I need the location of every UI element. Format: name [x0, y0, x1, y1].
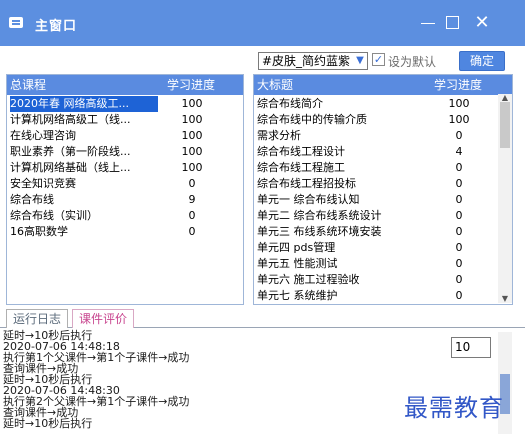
- course-row-progress: 100: [181, 129, 203, 142]
- chapter-row[interactable]: 综合布线工程施工 0: [254, 160, 512, 176]
- course-row[interactable]: 计算机网络基础（线上... 100: [7, 160, 243, 176]
- chapter-progress-column-header[interactable]: 学习进度: [434, 75, 482, 95]
- log-line: 延时→10秒后执行: [3, 417, 93, 430]
- chapter-row-name: 单元七 系统维护: [257, 289, 338, 302]
- chapter-row-progress: 0: [455, 193, 463, 206]
- maximize-icon: [446, 16, 459, 29]
- chapter-row-name: 单元五 性能测试: [257, 257, 338, 270]
- chapter-row-name: 综合布线工程设计: [257, 145, 345, 158]
- course-name-column-header[interactable]: 总课程: [10, 75, 46, 95]
- chapter-row-name: 需求分析: [257, 129, 301, 142]
- chapter-row-progress: 4: [455, 145, 463, 158]
- chapter-row-progress: 0: [455, 225, 463, 238]
- scroll-up-icon[interactable]: ▲: [498, 94, 512, 102]
- chapter-row[interactable]: 需求分析 0: [254, 128, 512, 144]
- course-row-progress: 0: [188, 177, 196, 190]
- chapter-row-progress: 0: [455, 273, 463, 286]
- chapter-name-column-header[interactable]: 大标题: [257, 75, 293, 95]
- course-list: 总课程 学习进度 2020年春 网络高级工... 100 计算机网络高级工（线...…: [6, 74, 244, 305]
- chapter-row-name: 单元二 综合布线系统设计: [257, 209, 382, 222]
- course-row-name: 综合布线（实训）: [10, 209, 98, 222]
- app-window-icon: [9, 17, 23, 28]
- chapter-row-progress: 0: [455, 177, 463, 190]
- chapter-list: 大标题 学习进度 综合布线简介 100 综合布线中的传输介质 100 需求分析 0 综合布线…: [253, 74, 513, 305]
- chapter-row[interactable]: 综合布线中的传输介质 100: [254, 112, 512, 128]
- chapter-row[interactable]: 综合布线工程招投标 0: [254, 176, 512, 192]
- course-row-name: 计算机网络高级工（线...: [10, 113, 131, 126]
- chapter-row-progress: 0: [455, 257, 463, 270]
- course-row[interactable]: 职业素养（第一阶段线... 100: [7, 144, 243, 160]
- course-row[interactable]: 计算机网络高级工（线... 100: [7, 112, 243, 128]
- chapter-row-progress: 100: [448, 97, 470, 110]
- tab-courseware-evaluation[interactable]: 课件评价: [72, 309, 135, 328]
- course-row-name: 2020年春 网络高级工...: [10, 96, 158, 112]
- chapter-row[interactable]: 综合布线简介 100: [254, 96, 512, 112]
- course-row-name: 职业素养（第一阶段线...: [10, 145, 131, 158]
- course-row-progress: 100: [181, 161, 203, 174]
- chevron-down-icon[interactable]: ▼: [353, 52, 368, 70]
- course-row-name: 综合布线: [10, 193, 54, 206]
- chapter-row[interactable]: 单元二 综合布线系统设计 0: [254, 208, 512, 224]
- chapter-row-name: 单元一 综合布线认知: [257, 193, 360, 206]
- set-default-label: 设为默认: [388, 55, 437, 69]
- close-button[interactable]: ✕: [467, 9, 497, 37]
- course-row[interactable]: 安全知识竞赛 0: [7, 176, 243, 192]
- chapter-row-name: 单元六 施工过程验收: [257, 273, 360, 286]
- skin-select-value: #皮肤_简约蓝紫: [262, 54, 351, 68]
- set-default-checkbox[interactable]: ✓: [372, 53, 385, 66]
- bottom-tabs: 运行日志 课件评价: [0, 308, 525, 328]
- scroll-down-icon[interactable]: ▼: [498, 295, 512, 303]
- course-row-progress: 0: [188, 209, 196, 222]
- chapter-row-progress: 0: [455, 241, 463, 254]
- chapter-row-name: 综合布线中的传输介质: [257, 113, 367, 126]
- course-row[interactable]: 2020年春 网络高级工... 100: [7, 96, 243, 112]
- course-row-progress: 100: [181, 97, 203, 110]
- chapter-row[interactable]: 综合布线工程设计 4: [254, 144, 512, 160]
- chapter-row-progress: 0: [455, 289, 463, 302]
- chapter-row-progress: 100: [448, 113, 470, 126]
- course-row-progress: 0: [188, 225, 196, 238]
- course-row-progress: 100: [181, 145, 203, 158]
- chapter-list-scrollbar[interactable]: ▲ ▼: [498, 94, 512, 303]
- chapter-row-name: 综合布线简介: [257, 97, 323, 110]
- chapter-row[interactable]: 单元六 施工过程验收 0: [254, 272, 512, 288]
- chapter-row[interactable]: 单元三 布线系统环境安装 0: [254, 224, 512, 240]
- chapter-row[interactable]: 单元五 性能测试 0: [254, 256, 512, 272]
- confirm-button[interactable]: 确定: [459, 51, 505, 71]
- course-row[interactable]: 16高职数学 0: [7, 224, 243, 240]
- chapter-row-name: 单元三 布线系统环境安装: [257, 225, 382, 238]
- window-title: 主窗口: [35, 19, 78, 34]
- course-row[interactable]: 综合布线（实训） 0: [7, 208, 243, 224]
- course-row-name: 计算机网络基础（线上...: [10, 161, 131, 174]
- chapter-row-progress: 0: [455, 209, 463, 222]
- tab-run-log[interactable]: 运行日志: [6, 309, 69, 328]
- chapter-row[interactable]: 单元七 系统维护 0: [254, 288, 512, 304]
- course-row-progress: 9: [188, 193, 196, 206]
- chapter-row-name: 综合布线工程招投标: [257, 177, 356, 190]
- close-icon: ✕: [474, 12, 490, 33]
- chapter-row-progress: 0: [455, 129, 463, 142]
- course-row-name: 安全知识竞赛: [10, 177, 76, 190]
- course-row-name: 在线心理咨询: [10, 129, 76, 142]
- course-row-progress: 100: [181, 113, 203, 126]
- course-row[interactable]: 在线心理咨询 100: [7, 128, 243, 144]
- chapter-row-name: 单元四 pds管理: [257, 241, 336, 254]
- watermark-text: 最需教育: [404, 394, 504, 422]
- interval-input[interactable]: 10: [451, 337, 491, 358]
- chapter-row[interactable]: 单元一 综合布线认知 0: [254, 192, 512, 208]
- chapter-row[interactable]: 单元四 pds管理 0: [254, 240, 512, 256]
- title-bar: 主窗口 ✕: [0, 0, 525, 46]
- minimize-icon: [421, 23, 435, 24]
- chapter-list-header: 大标题 学习进度: [254, 75, 512, 95]
- skin-select[interactable]: #皮肤_简约蓝紫: [258, 52, 368, 70]
- maximize-button[interactable]: [438, 9, 468, 37]
- course-row-name: 16高职数学: [10, 225, 68, 238]
- scrollbar-thumb[interactable]: [500, 102, 510, 148]
- chapter-row-progress: 0: [455, 161, 463, 174]
- chapter-row-name: 综合布线工程施工: [257, 161, 345, 174]
- course-row[interactable]: 综合布线 9: [7, 192, 243, 208]
- course-list-header: 总课程 学习进度: [7, 75, 243, 95]
- course-progress-column-header[interactable]: 学习进度: [167, 75, 215, 95]
